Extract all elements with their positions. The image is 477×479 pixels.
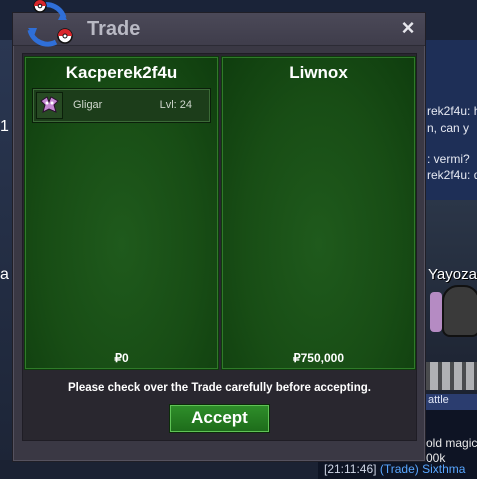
player-nameplate: Yayoza	[428, 266, 477, 283]
right-money: ₽750,000	[292, 351, 344, 365]
log-time: [21:11:46]	[324, 462, 377, 476]
log-channel[interactable]: (Trade)	[380, 462, 419, 476]
background-rail	[418, 362, 477, 390]
gligar-icon	[36, 92, 63, 119]
background-left-strip	[0, 40, 12, 460]
item-level: Lvl: 24	[159, 99, 192, 111]
pokemon-sprite	[430, 292, 442, 332]
trade-title: Trade	[87, 18, 141, 40]
item-name: Gligar	[73, 99, 103, 111]
chat-line: old magic	[426, 436, 477, 450]
left-player-name: Kacperek2f4u	[65, 63, 178, 82]
background-left-number: 1	[0, 118, 9, 135]
accept-button[interactable]: Accept	[169, 404, 270, 433]
trade-panel-left: Kacperek2f4u Gligar Lvl: 24 ₽0	[24, 56, 219, 370]
trade-item[interactable]: Gligar Lvl: 24	[32, 88, 211, 123]
chat-line: n, can y	[427, 121, 470, 135]
chat-log-line: [21:11:46] (Trade) Sixthma	[318, 462, 477, 479]
chat-line: rek2f4u: d	[427, 168, 477, 182]
player-sprite	[442, 285, 477, 337]
trade-content: Kacperek2f4u Gligar Lvl: 24 ₽0 Liwnox ₽7…	[22, 53, 417, 441]
log-name[interactable]: Sixthma	[422, 462, 465, 476]
trade-window: Trade × Kacperek2f4u Gligar Lvl: 24 ₽0 L…	[12, 12, 426, 462]
background-chat-panel: rek2f4u: h n, can y : vermi? rek2f4u: d	[418, 40, 477, 200]
right-player-name: Liwnox	[289, 63, 348, 82]
trade-panel-right: Liwnox ₽750,000	[221, 56, 416, 370]
chat-line: : vermi?	[427, 152, 470, 166]
left-money: ₽0	[114, 351, 129, 365]
close-button[interactable]: ×	[397, 17, 419, 39]
background-left-letter: a	[0, 266, 9, 283]
trade-logo-icon	[27, 0, 73, 47]
battle-label: attle	[418, 394, 477, 410]
chat-line: rek2f4u: h	[427, 104, 477, 118]
trade-notice: Please check over the Trade carefully be…	[68, 382, 371, 394]
